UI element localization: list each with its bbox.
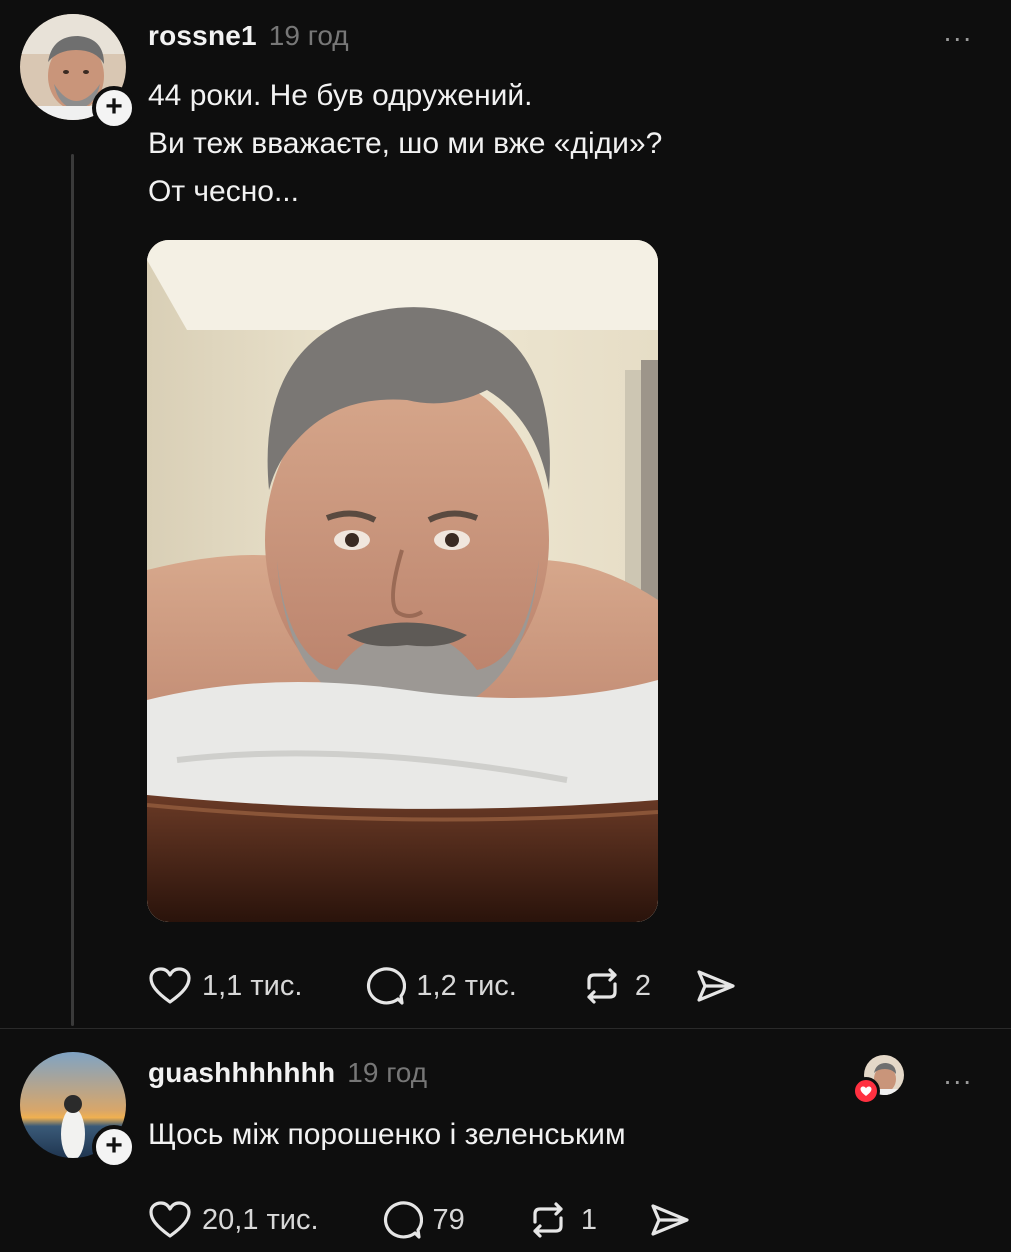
- share-button[interactable]: [647, 1200, 691, 1240]
- follow-button[interactable]: +: [92, 86, 136, 130]
- reply-button[interactable]: 1,2 тис.: [364, 966, 517, 1006]
- timestamp: 19 год: [268, 20, 349, 51]
- thread-post: + rossne1 19 год ... 44 роки. Не був одр…: [0, 0, 1011, 1028]
- repost-icon: [533, 1202, 563, 1238]
- timestamp: 19 год: [347, 1057, 428, 1088]
- reply-post: + guashhhhhhh 19 год ... Щось між пороше…: [0, 1029, 1011, 1252]
- repost-button[interactable]: 1: [525, 1200, 597, 1240]
- thread-line: [71, 154, 74, 1026]
- username[interactable]: rossne1: [148, 20, 257, 52]
- comment-icon: [383, 1201, 423, 1239]
- repost-icon: [587, 968, 617, 1004]
- like-count: 20,1 тис.: [202, 1203, 319, 1236]
- reply-count: 1,2 тис.: [416, 969, 517, 1002]
- liked-heart-icon: [852, 1077, 880, 1105]
- plus-icon: +: [105, 1129, 123, 1162]
- reply-count: 79: [432, 1203, 465, 1236]
- more-icon[interactable]: ...: [944, 18, 973, 46]
- post-text-line: 44 роки. Не був одружений.: [148, 79, 533, 112]
- post-header: guashhhhhhh 19 год: [148, 1057, 427, 1089]
- action-bar: 1,1 тис. 1,2 тис. 2: [148, 966, 737, 1006]
- post-header: rossne1 19 год: [148, 20, 349, 52]
- more-icon[interactable]: ...: [944, 1061, 973, 1089]
- post-text: Щось між порошенко і зеленським: [148, 1118, 626, 1151]
- heart-icon: [149, 967, 191, 1004]
- share-icon: [651, 1204, 689, 1236]
- username[interactable]: guashhhhhhh: [148, 1057, 335, 1089]
- follow-button[interactable]: +: [92, 1125, 136, 1169]
- like-button[interactable]: 20,1 тис.: [148, 1200, 319, 1240]
- post-photo[interactable]: [147, 240, 658, 922]
- post-text-line: Ви теж вважаєте, шо ми вже «діди»?: [148, 127, 663, 160]
- repost-count: 2: [634, 969, 651, 1002]
- plus-icon: +: [105, 90, 123, 123]
- heart-icon: [149, 1201, 191, 1238]
- share-icon: [697, 970, 735, 1002]
- post-text-line: От чесно...: [148, 175, 299, 208]
- share-button[interactable]: [693, 966, 737, 1006]
- like-count: 1,1 тис.: [202, 969, 303, 1002]
- post-text: 44 роки. Не був одружений. Ви теж вважає…: [148, 72, 662, 216]
- comment-icon: [367, 967, 407, 1005]
- repost-count: 1: [580, 1203, 597, 1236]
- like-button[interactable]: 1,1 тис.: [148, 966, 302, 1006]
- reply-button[interactable]: 79: [381, 1200, 465, 1240]
- action-bar: 20,1 тис. 79 1: [148, 1200, 691, 1240]
- repost-button[interactable]: 2: [579, 966, 651, 1006]
